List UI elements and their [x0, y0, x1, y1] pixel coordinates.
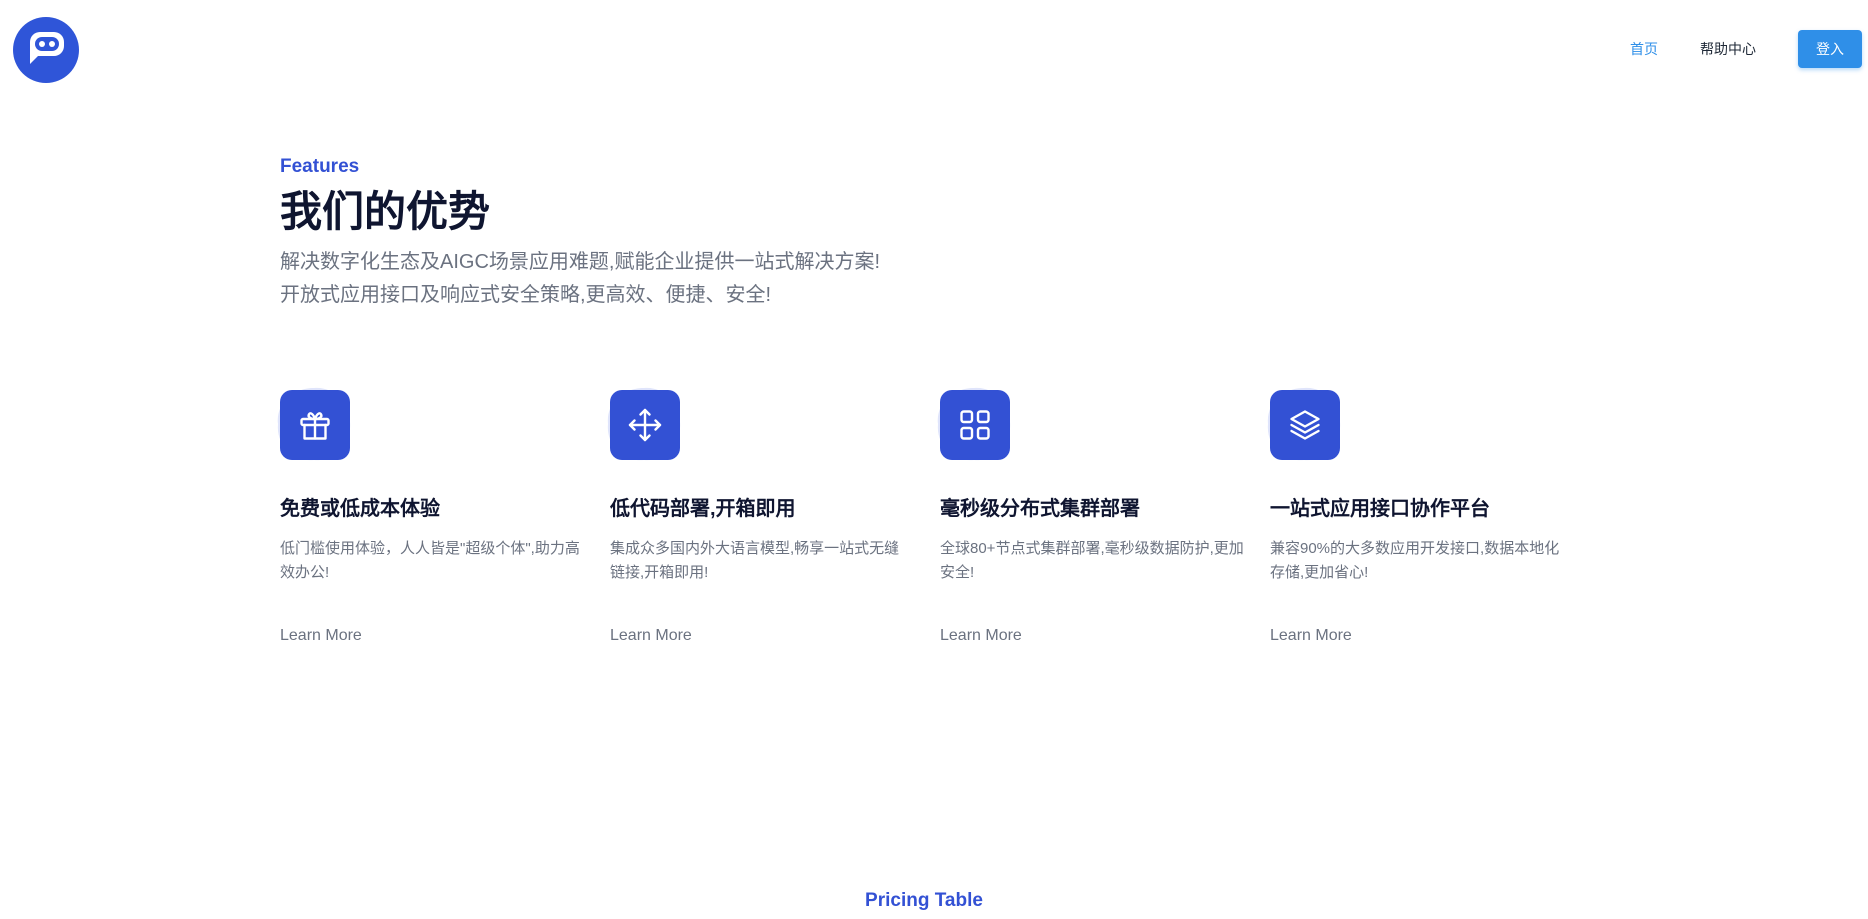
- nav-home-link[interactable]: 首页: [1630, 39, 1658, 59]
- features-subtitle-line2: 开放式应用接口及响应式安全策略,更高效、便捷、安全!: [280, 284, 772, 306]
- login-button[interactable]: 登入: [1798, 30, 1862, 68]
- feature-icon-wrap: [934, 384, 1014, 464]
- learn-more-link[interactable]: Learn More: [610, 627, 692, 645]
- feature-icon-wrap: [604, 384, 684, 464]
- features-header: Features 我们的优势 解决数字化生态及AIGC场景应用难题,赋能企业提供…: [280, 156, 1600, 312]
- feature-title: 低代码部署,开箱即用: [610, 498, 796, 520]
- feature-card-free: 免费或低成本体验 低门槛使用体验，人人皆是"超级个体",助力高效办公! Lear…: [277, 384, 610, 645]
- feature-icon-box: [280, 390, 350, 460]
- feature-icon-wrap: [274, 384, 354, 464]
- features-eyebrow: Features: [280, 156, 360, 177]
- features-subtitle-line1: 解决数字化生态及AIGC场景应用难题,赋能企业提供一站式解决方案!: [280, 251, 881, 273]
- header: 首页 帮助中心 登入: [0, 0, 1868, 96]
- feature-icon-box: [1270, 390, 1340, 460]
- feature-card-low-code: 低代码部署,开箱即用 集成众多国内外大语言模型,畅享一站式无缝链接,开箱即用! …: [607, 384, 940, 645]
- feature-description: 全球80+节点式集群部署,毫秒级数据防护,更加安全!: [940, 540, 1244, 581]
- feature-description: 兼容90%的大多数应用开发接口,数据本地化存储,更加省心!: [1270, 540, 1560, 581]
- learn-more-link[interactable]: Learn More: [940, 627, 1022, 645]
- feature-card-cluster: 毫秒级分布式集群部署 全球80+节点式集群部署,毫秒级数据防护,更加安全! Le…: [937, 384, 1270, 645]
- feature-icon-box: [610, 390, 680, 460]
- top-nav: 首页 帮助中心 登入: [1630, 30, 1862, 68]
- grid-icon: [960, 410, 990, 440]
- feature-card-api-platform: 一站式应用接口协作平台 兼容90%的大多数应用开发接口,数据本地化存储,更加省心…: [1267, 384, 1600, 645]
- layers-icon: [1290, 410, 1320, 440]
- feature-description: 低门槛使用体验，人人皆是"超级个体",助力高效办公!: [280, 540, 580, 581]
- learn-more-link[interactable]: Learn More: [280, 627, 362, 645]
- feature-description: 集成众多国内外大语言模型,畅享一站式无缝链接,开箱即用!: [610, 540, 900, 581]
- feature-icon-wrap: [1264, 384, 1344, 464]
- features-list: 免费或低成本体验 低门槛使用体验，人人皆是"超级个体",助力高效办公! Lear…: [277, 384, 1600, 645]
- logo-icon[interactable]: [12, 16, 80, 84]
- features-title: 我们的优势: [280, 188, 491, 235]
- move-icon: [628, 408, 662, 442]
- feature-title: 一站式应用接口协作平台: [1270, 498, 1490, 520]
- learn-more-link[interactable]: Learn More: [1270, 627, 1352, 645]
- feature-icon-box: [940, 390, 1010, 460]
- feature-title: 毫秒级分布式集群部署: [940, 498, 1140, 520]
- feature-title: 免费或低成本体验: [280, 498, 440, 520]
- features-subtitle: 解决数字化生态及AIGC场景应用难题,赋能企业提供一站式解决方案! 开放式应用接…: [280, 246, 1600, 312]
- pricing-section-label: Pricing Table: [865, 890, 983, 911]
- nav-help-center-link[interactable]: 帮助中心: [1700, 39, 1756, 59]
- gift-icon: [300, 412, 330, 440]
